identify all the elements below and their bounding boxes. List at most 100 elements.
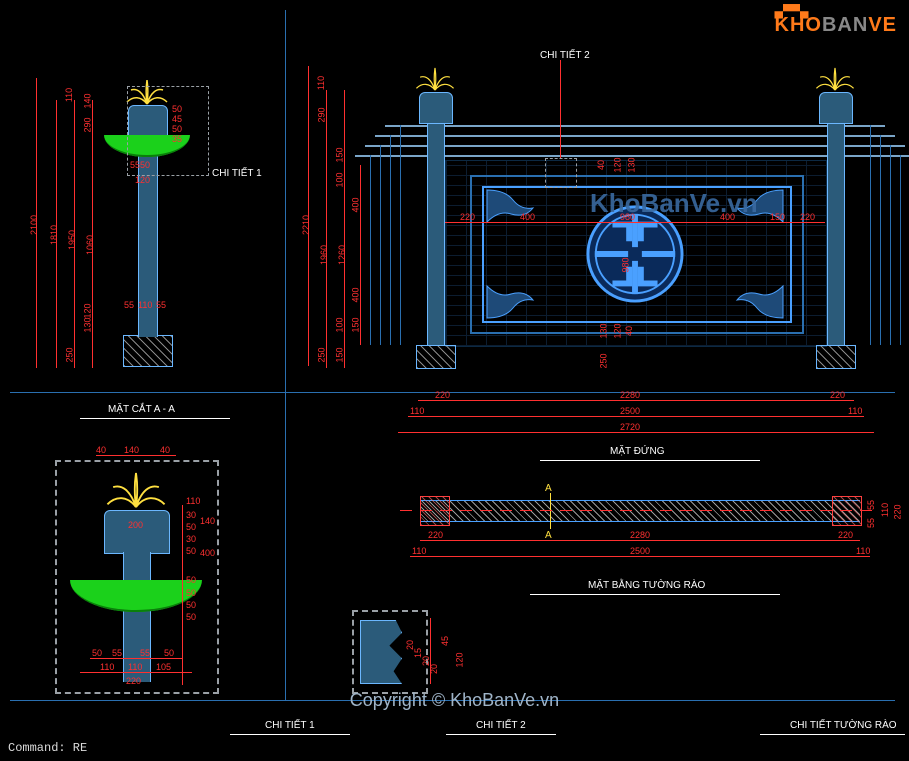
plan-55a: 55 — [866, 500, 876, 510]
d1-50l: 50 — [92, 648, 102, 658]
d2-120: 120 — [455, 652, 465, 667]
d1-110l: 110 — [100, 662, 114, 672]
elev-220b: 220 — [435, 390, 450, 400]
d1-h-50e: 50 — [186, 600, 196, 610]
d1-200: 200 — [128, 520, 143, 530]
d1-h-110: 110 — [186, 496, 200, 506]
section-cut-line — [550, 493, 551, 529]
elev-100b: 100 — [335, 317, 345, 332]
cad-viewport[interactable]: ▄▀▀▄ KHOBANVE CHI TIẾT 1 2100 1810 1950 … — [0, 0, 909, 761]
elev-150b: 150 — [351, 317, 361, 332]
dim-mid-h: 1060 — [85, 235, 95, 255]
d1-h-30a: 30 — [186, 510, 196, 520]
elev-220c: 220 — [830, 390, 845, 400]
d1-h-140: 140 — [200, 516, 215, 526]
dim-band-120: 120 — [83, 303, 93, 318]
plan-220: 220 — [428, 530, 443, 540]
elev-150: 150 — [335, 147, 345, 162]
command-line[interactable]: Command: RE — [8, 741, 87, 755]
logo: ▄▀▀▄ KHOBANVE — [775, 8, 897, 37]
wing-l3 — [390, 135, 391, 345]
elev-110r: 110 — [848, 406, 862, 416]
plan-2280: 2280 — [630, 530, 650, 540]
command-text: Command: RE — [8, 741, 87, 755]
detailwall-underline — [760, 734, 905, 735]
d1-vline — [182, 505, 183, 685]
dim-cap-h: 290 — [83, 117, 93, 132]
plan-2500: 2500 — [630, 546, 650, 556]
elev-400w2: 400 — [720, 212, 735, 222]
dim-cap-50a: 50 — [172, 104, 182, 114]
pier-right-cap — [819, 92, 853, 124]
detail2-callout-box — [545, 158, 577, 188]
d1-h-50f: 50 — [186, 612, 196, 622]
d1-h-400: 400 — [200, 548, 215, 558]
detail1-title: CHI TIẾT 1 — [265, 720, 315, 731]
detail1-callout-label: CHI TIẾT 1 — [212, 168, 262, 179]
detail2-leader — [560, 60, 561, 158]
logo-text-b: BAN — [822, 14, 868, 36]
plan-55b: 55 — [866, 518, 876, 528]
elev-b250: 250 — [599, 353, 609, 368]
elev-150w: 150 — [770, 212, 785, 222]
elev-400w: 400 — [520, 212, 535, 222]
wing-r4 — [900, 155, 901, 345]
dim-inner-55b: 55 — [156, 300, 166, 310]
d1-55b: 55 — [140, 648, 150, 658]
elev-1960: 1960 — [319, 245, 329, 265]
elev-dimh-inner — [445, 222, 825, 223]
d1-140: 140 — [124, 445, 139, 455]
elev-250: 250 — [317, 347, 327, 362]
elev-980v: 980 — [621, 257, 631, 272]
plan-110v: 110 — [880, 503, 890, 517]
wing-l1 — [370, 155, 371, 345]
dim-base-130: 130 — [83, 317, 93, 332]
elev-980: 980 — [620, 212, 635, 222]
dim-base-h: 250 — [65, 347, 75, 362]
elev-110top: 110 — [316, 76, 326, 90]
pier-left-cap — [419, 92, 453, 124]
d1-40a: 40 — [96, 445, 106, 455]
elev-220: 220 — [460, 212, 475, 222]
d1-h-50b: 50 — [186, 546, 196, 556]
d1-topline — [96, 455, 176, 456]
detail2-title: CHI TIẾT 2 — [476, 720, 526, 731]
dim-band-120b: 120 — [135, 175, 150, 185]
logo-text-a: KHO — [775, 14, 822, 36]
detail1-capital — [104, 510, 170, 554]
dim-total-h: 2100 — [29, 215, 39, 235]
wing-r2 — [880, 135, 881, 345]
elev-110l: 110 — [410, 406, 424, 416]
plan-110l: 110 — [412, 546, 426, 556]
detail2-underline — [446, 734, 556, 735]
pier-left-shaft — [427, 120, 445, 345]
plan-pier-right — [832, 496, 862, 526]
dim-tile-w: 5550 — [130, 160, 150, 170]
section-a-underline — [80, 418, 230, 419]
column-foundation — [123, 335, 173, 367]
corner-ornament-br — [725, 280, 785, 320]
step-2 — [375, 135, 895, 137]
d1-105: 105 — [156, 662, 171, 672]
elev-2500: 2500 — [620, 406, 640, 416]
elev-dimv-2 — [326, 90, 327, 368]
elev-totalh: 2210 — [301, 215, 311, 235]
dim-cap-50b: 50 — [172, 124, 182, 134]
plan-title: MẶT BẰNG TƯỜNG RÀO — [588, 580, 705, 591]
elev-400b: 400 — [351, 287, 361, 302]
elev-top-40: 40 — [596, 160, 606, 170]
d1-50r: 50 — [164, 648, 174, 658]
elev-top-120: 120 — [613, 157, 623, 172]
dim-cap-45: 45 — [172, 114, 182, 124]
copyright: Copyright © KhoBanVe.vn — [0, 690, 909, 711]
wing-r1 — [870, 125, 871, 345]
step-1 — [385, 125, 885, 127]
corner-ornament-bl — [485, 280, 545, 320]
elev-dim-2500 — [408, 416, 864, 417]
pier-right-base — [816, 345, 856, 369]
detail2-callout-label: CHI TIẾT 2 — [540, 50, 590, 61]
plan-wall-strip — [420, 500, 860, 522]
elev-220w: 220 — [800, 212, 815, 222]
d2-20c: 20 — [429, 664, 439, 674]
elevation-title: MẶT ĐỨNG — [610, 446, 664, 457]
